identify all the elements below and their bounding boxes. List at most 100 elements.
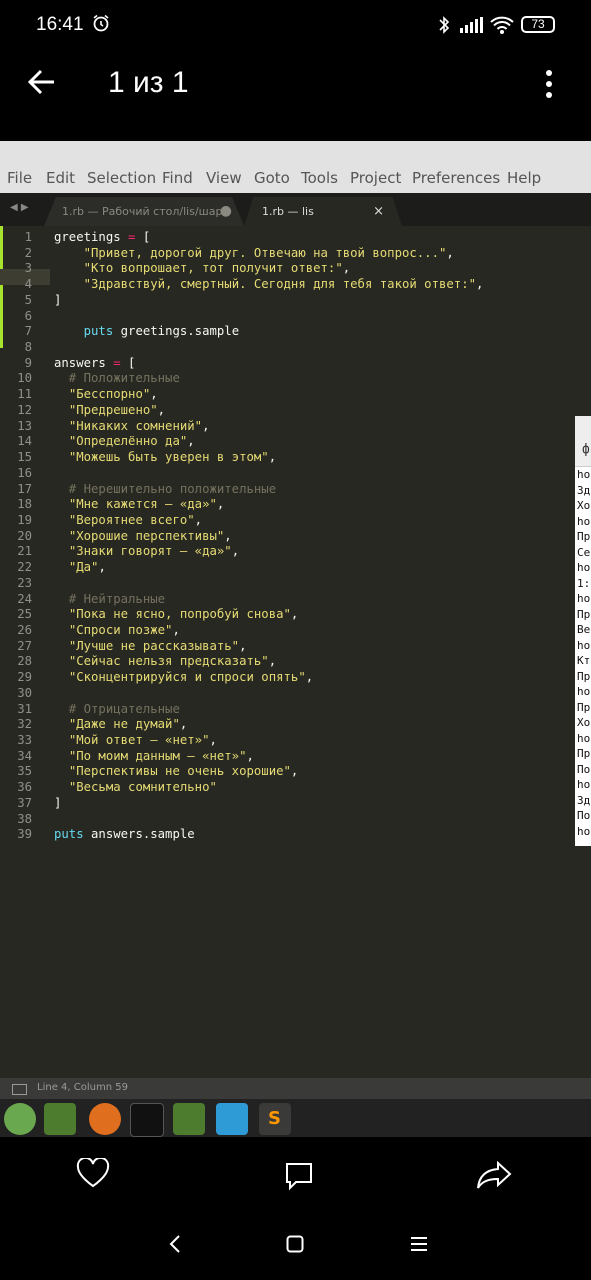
- line-number: 32: [17, 717, 32, 732]
- menu-file[interactable]: File: [7, 169, 32, 187]
- terminal-window-edge[interactable]: ф ho Зд Хо ho Пр Се ho 1: ho Пр Ве ho Кт Пр ho Пр Хо ho Пр…: [575, 416, 591, 846]
- code-line: puts greetings.sample: [83, 324, 240, 339]
- code-editor[interactable]: 1 greetings = [2 "Привет, дорогой друг. О…: [0, 226, 575, 1076]
- line-number: 28: [17, 654, 32, 669]
- menu-project[interactable]: Project: [350, 169, 401, 187]
- terminal-output-line: ho: [577, 561, 591, 574]
- terminal-output-line: ho: [577, 731, 591, 745]
- line-number: 24: [17, 591, 32, 606]
- menu-edit[interactable]: Edit: [46, 169, 75, 187]
- tab-label: 1.rb — Рабочий стол/lis/шар: [62, 205, 223, 218]
- line-number: 17: [17, 481, 32, 496]
- terminal-icon[interactable]: [130, 1103, 164, 1137]
- terminal-output-line: ho: [577, 592, 591, 605]
- line-number: 6: [24, 308, 32, 323]
- viewer-actions: [0, 1137, 591, 1280]
- code-line: "Лучше не рассказывать",: [68, 638, 247, 653]
- terminal-output-line: ho: [577, 514, 591, 528]
- status-bar: 16:41 73: [0, 0, 591, 52]
- line-number: 5: [24, 292, 32, 307]
- code-line: greetings = [: [54, 230, 151, 244]
- code-line: "Бесспорно",: [68, 387, 158, 402]
- terminal-output-line: ho: [577, 778, 591, 791]
- line-number: 11: [17, 387, 32, 402]
- terminal-output-line: Се: [577, 545, 591, 559]
- code-line: "Спроси позже",: [68, 623, 180, 637]
- menu-selection[interactable]: Selection: [87, 169, 156, 187]
- line-number: 36: [17, 780, 32, 795]
- more-menu-icon[interactable]: [546, 70, 554, 103]
- line-number: 25: [17, 607, 32, 622]
- sublime-text-icon[interactable]: S: [259, 1103, 291, 1135]
- back-arrow-icon[interactable]: [26, 66, 58, 98]
- folder-icon[interactable]: [173, 1103, 205, 1135]
- terminal-output-line: Хо: [577, 499, 591, 512]
- system-home-icon[interactable]: [286, 1235, 304, 1253]
- clock: 16:41: [36, 14, 84, 35]
- line-number: 4: [24, 277, 32, 292]
- panel-toggle-icon[interactable]: [12, 1084, 27, 1095]
- tab-active-file[interactable]: 1.rb — lis ×: [244, 197, 402, 226]
- menu-help[interactable]: Help: [507, 169, 541, 187]
- bluetooth-icon: [439, 16, 450, 34]
- terminal-output-line: Пр: [577, 669, 591, 683]
- code-line: "Мне кажется — «да»",: [68, 497, 225, 512]
- mint-menu-icon[interactable]: [4, 1103, 36, 1135]
- terminal-output-line: Зд: [577, 793, 591, 807]
- code-line: "Определённо да",: [68, 434, 195, 449]
- share-icon[interactable]: [476, 1161, 512, 1189]
- telegram-icon[interactable]: [216, 1103, 248, 1135]
- code-line: "Весьма сомнительно": [68, 780, 217, 795]
- terminal-output-line: По: [577, 809, 591, 822]
- tab-nav-arrows-icon[interactable]: ◀ ▶: [10, 202, 29, 213]
- terminal-output-line: Пр: [577, 700, 591, 714]
- menu-preferences[interactable]: Preferences: [412, 169, 500, 187]
- menu-tools[interactable]: Tools: [301, 169, 338, 187]
- line-number: 38: [17, 811, 32, 826]
- line-number: 22: [17, 560, 32, 575]
- code-line: # Нерешительно положительные: [54, 481, 277, 496]
- line-number: 14: [17, 434, 32, 449]
- heart-icon[interactable]: [76, 1158, 110, 1188]
- code-line: "Здравствуй, смертный. Сегодня для тебя …: [83, 277, 484, 292]
- code-line: "Привет, дорогой друг. Отвечаю на твой в…: [83, 245, 454, 260]
- code-line: "Кто вопрошает, тот получит ответ:",: [83, 261, 351, 276]
- files-folder-icon[interactable]: [44, 1103, 76, 1135]
- line-number: 13: [17, 418, 32, 433]
- alarm-icon: [93, 14, 109, 32]
- terminal-output-line: По: [577, 762, 591, 776]
- menu-find[interactable]: Find: [162, 169, 193, 187]
- code-line: "Можешь быть уверен в этом",: [68, 450, 277, 465]
- terminal-output-line: Пр: [577, 747, 591, 760]
- code-line: ]: [54, 795, 62, 810]
- line-number: 23: [17, 575, 32, 590]
- terminal-output-line: 1:: [577, 576, 591, 590]
- line-number: 19: [17, 512, 32, 527]
- code-line: # Положительные: [54, 371, 180, 386]
- menu-view[interactable]: View: [206, 169, 242, 187]
- code-line: answers = [: [54, 355, 136, 370]
- code-line: # Нейтральные: [54, 591, 166, 606]
- terminal-title: ф: [582, 442, 590, 457]
- close-tab-icon[interactable]: ×: [373, 197, 384, 226]
- line-number: 20: [17, 528, 32, 543]
- photo-viewer[interactable]: File Edit Selection Find View Goto Tools…: [0, 141, 591, 1137]
- line-number: 37: [17, 795, 32, 810]
- desktop-taskbar: S: [0, 1099, 591, 1137]
- unsaved-dot-icon[interactable]: ●: [220, 197, 232, 226]
- terminal-output-line: ho: [577, 824, 591, 838]
- cursor-position: Line 4, Column 59: [37, 1082, 128, 1093]
- code-line: "Никаких сомнений",: [68, 418, 210, 433]
- comment-icon[interactable]: [284, 1161, 314, 1191]
- system-back-icon[interactable]: [168, 1234, 182, 1254]
- tab-desktop-file[interactable]: 1.rb — Рабочий стол/lis/шар ●: [44, 197, 244, 226]
- code-line: "Даже не думай",: [68, 717, 188, 732]
- firefox-icon[interactable]: [89, 1103, 121, 1135]
- line-number: 15: [17, 450, 32, 465]
- line-number: 8: [24, 340, 32, 355]
- terminal-output-line: Пр: [577, 530, 591, 543]
- line-number: 2: [24, 245, 32, 260]
- menu-goto[interactable]: Goto: [254, 169, 290, 187]
- system-recents-icon[interactable]: [410, 1236, 428, 1252]
- line-number: 18: [17, 497, 32, 512]
